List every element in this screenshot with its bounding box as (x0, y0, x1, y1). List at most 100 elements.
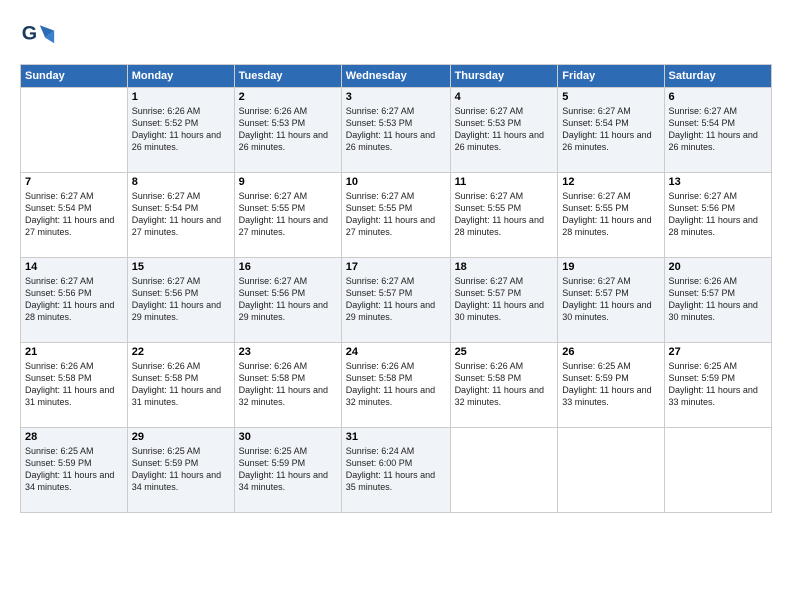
calendar-cell: 21 Sunrise: 6:26 AMSunset: 5:58 PMDayligh… (21, 343, 128, 428)
calendar-header-thursday: Thursday (450, 65, 558, 88)
calendar-cell: 30 Sunrise: 6:25 AMSunset: 5:59 PMDayligh… (234, 428, 341, 513)
calendar-cell (450, 428, 558, 513)
day-number: 15 (132, 261, 230, 273)
day-number: 1 (132, 91, 230, 103)
day-detail: Sunrise: 6:27 AMSunset: 5:54 PMDaylight:… (562, 105, 659, 154)
calendar-header-sunday: Sunday (21, 65, 128, 88)
calendar-cell: 9Sunrise: 6:27 AMSunset: 5:55 PMDaylight… (234, 173, 341, 258)
calendar-header-saturday: Saturday (664, 65, 771, 88)
day-number: 6 (669, 91, 767, 103)
calendar-cell: 22Sunrise: 6:26 AMSunset: 5:58 PMDayligh… (127, 343, 234, 428)
day-number: 29 (132, 431, 230, 443)
day-detail: Sunrise: 6:25 AMSunset: 5:59 PMDaylight:… (239, 445, 337, 494)
calendar-week-row: 28 Sunrise: 6:25 AMSunset: 5:59 PMDayligh… (21, 428, 772, 513)
day-detail: Sunrise: 6:27 AMSunset: 5:54 PMDaylight:… (132, 190, 230, 239)
calendar-header-row: SundayMondayTuesdayWednesdayThursdayFrid… (21, 65, 772, 88)
day-number: 16 (239, 261, 337, 273)
calendar-cell: 15 Sunrise: 6:27 AMSunset: 5:56 PMDayligh… (127, 258, 234, 343)
day-detail: Sunrise: 6:25 AMSunset: 5:59 PMDaylight:… (669, 360, 767, 409)
calendar-cell: 12 Sunrise: 6:27 AMSunset: 5:55 PMDayligh… (558, 173, 664, 258)
day-detail: Sunrise: 6:27 AMSunset: 5:57 PMDaylight:… (562, 275, 659, 324)
calendar-cell: 20 Sunrise: 6:26 AMSunset: 5:57 PMDayligh… (664, 258, 771, 343)
calendar-cell: 13 Sunrise: 6:27 AMSunset: 5:56 PMDayligh… (664, 173, 771, 258)
calendar-week-row: 21 Sunrise: 6:26 AMSunset: 5:58 PMDayligh… (21, 343, 772, 428)
day-number: 21 (25, 346, 123, 358)
day-detail: Sunrise: 6:25 AMSunset: 5:59 PMDaylight:… (562, 360, 659, 409)
calendar-cell: 5 Sunrise: 6:27 AMSunset: 5:54 PMDaylight… (558, 88, 664, 173)
day-detail: Sunrise: 6:26 AMSunset: 5:58 PMDaylight:… (455, 360, 554, 409)
day-detail: Sunrise: 6:26 AMSunset: 5:58 PMDaylight:… (25, 360, 123, 409)
day-detail: Sunrise: 6:25 AMSunset: 5:59 PMDaylight:… (132, 445, 230, 494)
calendar-cell: 8 Sunrise: 6:27 AMSunset: 5:54 PMDaylight… (127, 173, 234, 258)
day-detail: Sunrise: 6:27 AMSunset: 5:55 PMDaylight:… (346, 190, 446, 239)
day-detail: Sunrise: 6:27 AMSunset: 5:53 PMDaylight:… (455, 105, 554, 154)
calendar-header-tuesday: Tuesday (234, 65, 341, 88)
day-number: 23 (239, 346, 337, 358)
day-number: 18 (455, 261, 554, 273)
calendar-cell: 7 Sunrise: 6:27 AMSunset: 5:54 PMDaylight… (21, 173, 128, 258)
day-number: 25 (455, 346, 554, 358)
day-number: 13 (669, 176, 767, 188)
general-blue-logo-icon: G (20, 18, 56, 54)
day-number: 7 (25, 176, 123, 188)
day-number: 20 (669, 261, 767, 273)
svg-text:G: G (22, 23, 37, 45)
day-detail: Sunrise: 6:26 AMSunset: 5:58 PMDaylight:… (239, 360, 337, 409)
calendar-cell: 1 Sunrise: 6:26 AMSunset: 5:52 PMDaylight… (127, 88, 234, 173)
calendar-cell: 26 Sunrise: 6:25 AMSunset: 5:59 PMDayligh… (558, 343, 664, 428)
day-detail: Sunrise: 6:27 AMSunset: 5:54 PMDaylight:… (669, 105, 767, 154)
calendar-cell: 31Sunrise: 6:24 AMSunset: 6:00 PMDayligh… (341, 428, 450, 513)
calendar-cell (21, 88, 128, 173)
day-number: 8 (132, 176, 230, 188)
day-detail: Sunrise: 6:24 AMSunset: 6:00 PMDaylight:… (346, 445, 446, 494)
calendar-week-row: 7 Sunrise: 6:27 AMSunset: 5:54 PMDaylight… (21, 173, 772, 258)
day-number: 12 (562, 176, 659, 188)
day-detail: Sunrise: 6:27 AMSunset: 5:55 PMDaylight:… (562, 190, 659, 239)
calendar-cell: 11Sunrise: 6:27 AMSunset: 5:55 PMDayligh… (450, 173, 558, 258)
calendar-cell: 28 Sunrise: 6:25 AMSunset: 5:59 PMDayligh… (21, 428, 128, 513)
calendar-cell: 24Sunrise: 6:26 AMSunset: 5:58 PMDayligh… (341, 343, 450, 428)
calendar-cell: 27 Sunrise: 6:25 AMSunset: 5:59 PMDayligh… (664, 343, 771, 428)
day-detail: Sunrise: 6:26 AMSunset: 5:57 PMDaylight:… (669, 275, 767, 324)
day-number: 27 (669, 346, 767, 358)
day-detail: Sunrise: 6:26 AMSunset: 5:52 PMDaylight:… (132, 105, 230, 154)
day-detail: Sunrise: 6:27 AMSunset: 5:55 PMDaylight:… (239, 190, 337, 239)
day-number: 24 (346, 346, 446, 358)
day-detail: Sunrise: 6:27 AMSunset: 5:55 PMDaylight:… (455, 190, 554, 239)
calendar-cell: 10Sunrise: 6:27 AMSunset: 5:55 PMDayligh… (341, 173, 450, 258)
day-detail: Sunrise: 6:27 AMSunset: 5:57 PMDaylight:… (455, 275, 554, 324)
day-number: 5 (562, 91, 659, 103)
day-number: 30 (239, 431, 337, 443)
day-number: 14 (25, 261, 123, 273)
calendar-cell: 16 Sunrise: 6:27 AMSunset: 5:56 PMDayligh… (234, 258, 341, 343)
calendar-week-row: 1 Sunrise: 6:26 AMSunset: 5:52 PMDaylight… (21, 88, 772, 173)
day-number: 17 (346, 261, 446, 273)
day-number: 3 (346, 91, 446, 103)
day-detail: Sunrise: 6:27 AMSunset: 5:56 PMDaylight:… (25, 275, 123, 324)
calendar-week-row: 14 Sunrise: 6:27 AMSunset: 5:56 PMDayligh… (21, 258, 772, 343)
calendar-cell: 14 Sunrise: 6:27 AMSunset: 5:56 PMDayligh… (21, 258, 128, 343)
day-detail: Sunrise: 6:27 AMSunset: 5:54 PMDaylight:… (25, 190, 123, 239)
day-detail: Sunrise: 6:27 AMSunset: 5:56 PMDaylight:… (132, 275, 230, 324)
calendar-cell: 25 Sunrise: 6:26 AMSunset: 5:58 PMDayligh… (450, 343, 558, 428)
calendar-cell (558, 428, 664, 513)
calendar-cell: 3 Sunrise: 6:27 AMSunset: 5:53 PMDaylight… (341, 88, 450, 173)
calendar-cell: 4 Sunrise: 6:27 AMSunset: 5:53 PMDaylight… (450, 88, 558, 173)
day-number: 4 (455, 91, 554, 103)
day-number: 19 (562, 261, 659, 273)
day-number: 2 (239, 91, 337, 103)
day-number: 28 (25, 431, 123, 443)
day-detail: Sunrise: 6:26 AMSunset: 5:58 PMDaylight:… (132, 360, 230, 409)
calendar-cell: 19 Sunrise: 6:27 AMSunset: 5:57 PMDayligh… (558, 258, 664, 343)
calendar-cell: 23 Sunrise: 6:26 AMSunset: 5:58 PMDayligh… (234, 343, 341, 428)
day-detail: Sunrise: 6:27 AMSunset: 5:56 PMDaylight:… (669, 190, 767, 239)
day-detail: Sunrise: 6:27 AMSunset: 5:57 PMDaylight:… (346, 275, 446, 324)
page: G SundayMondayTuesdayWednesdayThursdayFr… (0, 0, 792, 523)
day-detail: Sunrise: 6:27 AMSunset: 5:56 PMDaylight:… (239, 275, 337, 324)
day-number: 26 (562, 346, 659, 358)
day-detail: Sunrise: 6:26 AMSunset: 5:53 PMDaylight:… (239, 105, 337, 154)
day-detail: Sunrise: 6:27 AMSunset: 5:53 PMDaylight:… (346, 105, 446, 154)
header: G (20, 18, 772, 54)
calendar-header-monday: Monday (127, 65, 234, 88)
day-detail: Sunrise: 6:25 AMSunset: 5:59 PMDaylight:… (25, 445, 123, 494)
